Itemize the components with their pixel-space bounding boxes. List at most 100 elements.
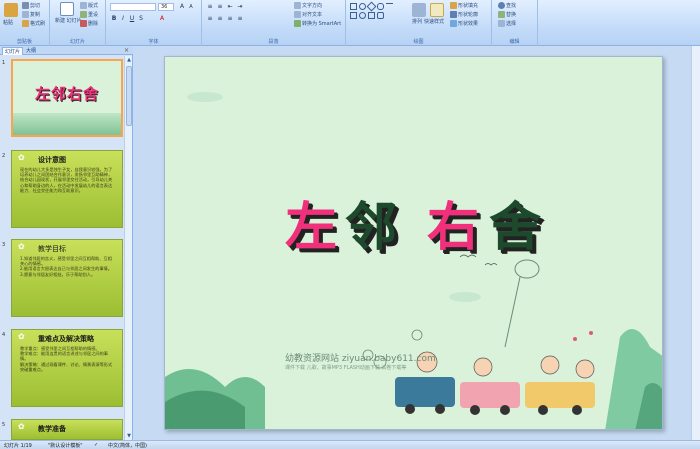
rounded-rect-shape-icon[interactable] [377, 3, 384, 10]
align-right-button[interactable]: ≡ [226, 15, 234, 23]
current-slide[interactable]: 左 邻 右 舍 幼教资源网站 ziyuan.baby611.com 课件下载 儿… [164, 56, 663, 430]
align-text-button[interactable]: 对齐文本 [294, 11, 322, 18]
format-painter-button[interactable]: 格式刷 [22, 20, 45, 27]
slide-title-char: 舍 [489, 198, 542, 258]
slide-title-char: 右 [427, 198, 480, 258]
tab-outline[interactable]: 大纲 [24, 47, 38, 55]
shape-outline-button[interactable]: 形状轮廓 [450, 11, 478, 18]
thumb-title: 左邻右舍 [35, 85, 100, 103]
decrease-indent-button[interactable]: ⇤ [226, 3, 234, 11]
theme-name: "默认设计模板" [48, 443, 83, 449]
paragraph-group: ≡ ≡ ⇤ ⇥ ≡ ≡ ≡ ≡ 文字方向 对齐文本 转换为 SmartArt 段… [202, 0, 346, 46]
effects-icon [450, 20, 457, 27]
slide-number: 2 [2, 153, 6, 159]
panel-scrollbar[interactable]: ▲ ▼ [124, 56, 132, 440]
bold-button[interactable]: B [110, 15, 118, 23]
layout-button[interactable]: 版式 [80, 2, 98, 9]
circle-shape-icon[interactable] [359, 12, 366, 19]
italic-button[interactable]: I [119, 15, 127, 23]
layout-icon [80, 2, 87, 9]
thumb-body: 教学重点：感受邻里之间互相帮助的情感。 教学难点：能用连贯的语言讲述与邻居之间的… [20, 346, 113, 372]
slide-title-char: 左 [285, 198, 338, 258]
smartart-icon [294, 20, 301, 27]
fill-bucket-icon [450, 2, 457, 9]
strikethrough-button[interactable]: S [137, 15, 145, 23]
replace-button[interactable]: 替换 [498, 11, 516, 18]
shrink-font-button[interactable]: A [187, 3, 195, 11]
thumb-body: 1.知道邻居的含义，感受邻里之间互相帮助、互相关心的情感。 2.能用语言大胆表达… [20, 256, 112, 277]
scroll-down-icon[interactable]: ▼ [126, 433, 132, 439]
numbering-button[interactable]: ≡ [216, 3, 224, 11]
slide-thumbnail-2[interactable]: ✿ 设计意图 现在的幼儿大多是独生子女，自我意识较强，为了培养幼儿之间团结合作意… [11, 150, 123, 228]
flower-icon: ✿ [18, 332, 25, 341]
callout-shape-icon[interactable] [377, 12, 384, 19]
flower-icon: ✿ [18, 242, 25, 251]
copy-button[interactable]: 复制 [22, 11, 40, 18]
slide-number: 1 [2, 60, 6, 66]
underline-button[interactable]: U [128, 15, 136, 23]
slide-thumbnail-4[interactable]: ✿ 重难点及解决策略 教学重点：感受邻里之间互相帮助的情感。 教学难点：能用连贯… [11, 329, 123, 407]
delete-button[interactable]: 删除 [80, 20, 98, 27]
font-group: 36 A A B I U S A 字体 [106, 0, 202, 46]
arrange-button[interactable]: 排列 [412, 18, 422, 25]
increase-indent-button[interactable]: ⇥ [236, 3, 244, 11]
font-name-combo[interactable] [110, 3, 156, 11]
slide-number: 5 [2, 422, 6, 428]
textbox-shape-icon[interactable] [350, 12, 357, 19]
scroll-up-icon[interactable]: ▲ [126, 57, 132, 63]
oval-shape-icon[interactable] [359, 3, 366, 10]
flower-icon: ✿ [18, 153, 25, 162]
close-icon[interactable]: × [124, 47, 129, 54]
slide-counter: 幻灯片 1/19 [4, 443, 32, 449]
smartart-button[interactable]: 转换为 SmartArt [294, 20, 341, 27]
pen-icon [450, 11, 457, 18]
binoculars-icon [498, 2, 505, 9]
cursor-icon [498, 20, 505, 27]
slide-thumbnail-1[interactable]: 左邻右舍 [11, 59, 123, 137]
slides-group: 新建 幻灯片 版式 重设 删除 幻灯片 [50, 0, 106, 46]
spellcheck-icon[interactable]: ✓ [94, 442, 98, 448]
paste-button[interactable]: 粘贴 [3, 19, 13, 26]
diamond-shape-icon[interactable] [366, 1, 377, 12]
flower-icon: ✿ [18, 422, 25, 431]
new-slide-button[interactable]: 新建 幻灯片 [55, 17, 82, 24]
slide-number: 3 [2, 242, 6, 248]
thumb-title: 重难点及解决策略 [38, 335, 94, 343]
grow-font-button[interactable]: A [178, 3, 186, 11]
text-direction-icon [294, 2, 301, 9]
group-label-slides: 幻灯片 [69, 39, 85, 45]
find-button[interactable]: 查找 [498, 2, 516, 9]
slide-number: 4 [2, 332, 6, 338]
select-button[interactable]: 选择 [498, 20, 516, 27]
status-bar: 幻灯片 1/19 "默认设计模板" ✓ 中文(简体，中国) [0, 440, 700, 449]
main-scrollbar[interactable] [691, 46, 700, 440]
align-left-button[interactable]: ≡ [206, 15, 214, 23]
thumb-title: 教学目标 [38, 245, 66, 253]
language-indicator[interactable]: 中文(简体，中国) [108, 442, 147, 449]
slide-thumbnail-3[interactable]: ✿ 教学目标 1.知道邻居的含义，感受邻里之间互相帮助、互相关心的情感。 2.能… [11, 239, 123, 317]
group-label-editing: 编辑 [509, 39, 520, 45]
watermark-subtext: 课件下载 儿歌、故事MP3 FLASH动画下载 试卷下载等 [285, 365, 407, 371]
justify-button[interactable]: ≡ [236, 15, 244, 23]
slide-thumbnail-5[interactable]: ✿ 教学准备 [11, 419, 123, 440]
line-shape-icon[interactable] [386, 3, 393, 10]
bullets-button[interactable]: ≡ [206, 3, 214, 11]
cut-button[interactable]: 剪切 [22, 2, 40, 9]
shape-effects-button[interactable]: 形状效果 [450, 20, 478, 27]
quick-styles-button[interactable]: 快速样式 [424, 18, 444, 25]
align-center-button[interactable]: ≡ [216, 15, 224, 23]
tab-slides[interactable]: 幻灯片 [2, 47, 24, 55]
group-label-font: 字体 [148, 39, 159, 45]
slide-title-char: 邻 [345, 198, 398, 258]
font-size-combo[interactable]: 36 [158, 3, 174, 11]
thumb-body: 现在的幼儿大多是独生子女，自我意识较强，为了培养幼儿之间团结合作意识，发扬邻里互… [20, 167, 113, 193]
arrow-shape-icon[interactable] [368, 12, 375, 19]
scroll-thumb[interactable] [126, 66, 132, 126]
thumb-illustration [13, 113, 121, 135]
shape-fill-button[interactable]: 形状填充 [450, 2, 478, 9]
rectangle-shape-icon[interactable] [350, 3, 357, 10]
reset-button[interactable]: 重设 [80, 11, 98, 18]
scissors-icon [22, 2, 29, 9]
text-direction-button[interactable]: 文字方向 [294, 2, 322, 9]
font-color-button[interactable]: A [158, 15, 166, 23]
